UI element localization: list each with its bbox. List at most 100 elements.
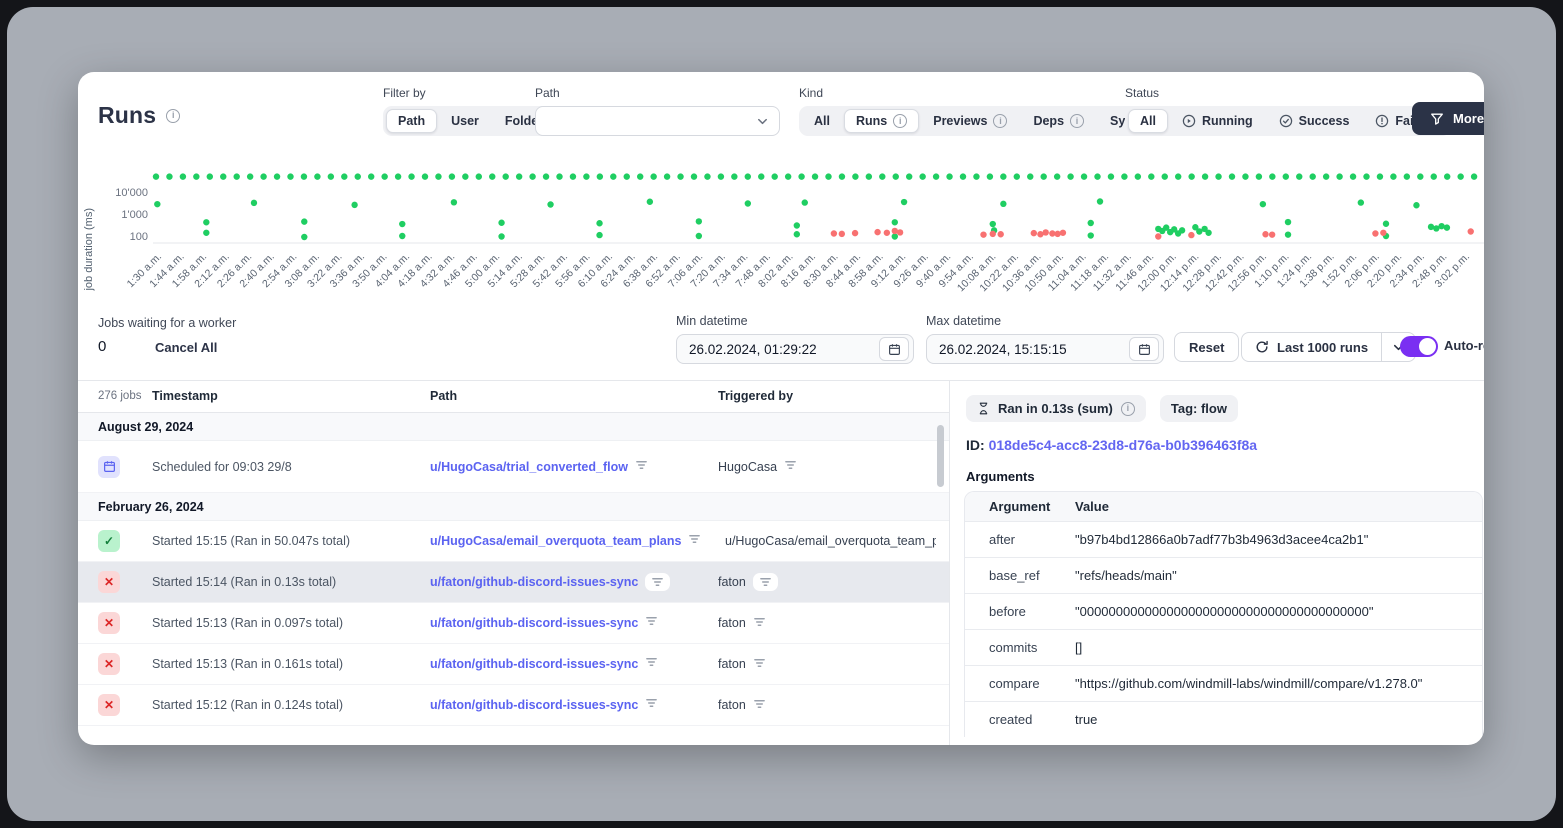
- info-icon[interactable]: i: [1121, 402, 1135, 416]
- failure-icon: ✕: [98, 612, 120, 634]
- path-filter-button[interactable]: [635, 458, 648, 476]
- option-path[interactable]: Path: [386, 109, 437, 133]
- job-row[interactable]: ✕Started 15:13 (Ran in 0.097s total)u/fa…: [78, 603, 949, 644]
- refresh-icon: [1255, 340, 1269, 354]
- path-filter-button[interactable]: [645, 573, 670, 591]
- job-row[interactable]: Scheduled for 09:03 29/8 u/HugoCasa/trial…: [78, 441, 949, 493]
- max-datetime-input[interactable]: 26.02.2024, 15:15:15: [926, 334, 1164, 364]
- failure-icon: ✕: [98, 571, 120, 593]
- argument-row: after"b97b4bd12866a0b7adf77b3b4963d3acee…: [965, 521, 1482, 557]
- max-datetime-calendar-button[interactable]: [1129, 337, 1159, 361]
- info-icon[interactable]: i: [1070, 114, 1084, 128]
- job-triggered-label: faton: [718, 575, 746, 589]
- path-select[interactable]: [535, 106, 780, 136]
- job-path-link[interactable]: u/faton/github-discord-issues-sync: [430, 616, 638, 630]
- chart-ytick: 10'000: [115, 187, 148, 199]
- job-timestamp: Started 15:12 (Ran in 0.124s total): [152, 698, 343, 712]
- run-id-label: ID:: [966, 437, 985, 453]
- job-triggered-label: faton: [718, 616, 746, 630]
- option-label: Deps: [1033, 114, 1064, 128]
- job-triggered-cell: u/HugoCasa/email_overquota_team_plans: [718, 534, 936, 549]
- column-path: Path: [430, 389, 457, 403]
- triggered-filter-button[interactable]: [753, 616, 766, 631]
- jobs-scrollbar-thumb[interactable]: [937, 425, 944, 487]
- option-previews[interactable]: Previews i: [921, 109, 1019, 133]
- job-path-link[interactable]: u/HugoCasa/email_overquota_team_plans: [430, 534, 681, 548]
- option-runs[interactable]: Runsi: [844, 109, 919, 133]
- filter-icon: [645, 615, 658, 627]
- path-filter-button[interactable]: [645, 614, 658, 632]
- failure-icon: ✕: [98, 653, 120, 675]
- job-path-link[interactable]: u/faton/github-discord-issues-sync: [430, 657, 638, 671]
- info-icon[interactable]: i: [993, 114, 1007, 128]
- play-circle-icon: [1182, 114, 1196, 128]
- last-runs-button[interactable]: Last 1000 runs: [1241, 332, 1416, 362]
- option-running[interactable]: Running: [1170, 109, 1265, 133]
- min-datetime-input[interactable]: 26.02.2024, 01:29:22: [676, 334, 914, 364]
- app-window: Runs i Filter by PathUserFolder Path Kin…: [78, 72, 1484, 745]
- filter-icon: [753, 657, 766, 669]
- run-id-value[interactable]: 018de5c4-acc8-23d8-d76a-b0b396463f8a: [989, 437, 1258, 453]
- option-label: All: [1140, 114, 1156, 128]
- option-label: Success: [1299, 114, 1350, 128]
- job-triggered-label: faton: [718, 657, 746, 671]
- triggered-filter-button[interactable]: [753, 573, 778, 591]
- auto-refresh-toggle[interactable]: [1400, 336, 1438, 357]
- date-group-header: February 26, 2024: [78, 493, 949, 521]
- job-path-link[interactable]: u/faton/github-discord-issues-sync: [430, 698, 638, 712]
- argument-value: "000000000000000000000000000000000000000…: [1067, 594, 1482, 629]
- page-title-group: Runs i: [98, 102, 180, 129]
- max-datetime-group: Max datetime 26.02.2024, 15:15:15: [926, 314, 1164, 364]
- more-filters-button[interactable]: More filters: [1412, 102, 1484, 135]
- filter-by-label: Filter by: [383, 86, 558, 100]
- info-icon[interactable]: i: [166, 109, 180, 123]
- argument-row: createdtrue: [965, 701, 1482, 737]
- filter-icon: [688, 533, 701, 545]
- path-filter-button[interactable]: [688, 532, 701, 550]
- run-id-line: ID: 018de5c4-acc8-23d8-d76a-b0b396463f8a: [966, 437, 1257, 453]
- option-label: Previews: [933, 114, 987, 128]
- run-detail-panel: Ran in 0.13s (sum) i Tag: flow ID: 018de…: [951, 381, 1484, 745]
- triggered-filter-button[interactable]: [753, 698, 766, 713]
- filter-by-group: Filter by PathUserFolder: [383, 86, 558, 136]
- kind-filter-group: Kind AllRunsiPreviewsiDepsiSynci: [799, 86, 1175, 136]
- job-timestamp: Scheduled for 09:03 29/8: [152, 460, 292, 474]
- job-path-link[interactable]: u/HugoCasa/trial_converted_flow: [430, 460, 628, 474]
- argument-key: base_ref: [965, 558, 1067, 593]
- triggered-filter-button[interactable]: [753, 657, 766, 672]
- filter-icon: [645, 656, 658, 668]
- job-row[interactable]: ✕Started 15:14 (Ran in 0.13s total)u/fat…: [78, 562, 949, 603]
- cancel-all-button[interactable]: Cancel All: [155, 340, 217, 355]
- job-triggered-cell: faton: [718, 616, 766, 631]
- path-filter-button[interactable]: [645, 655, 658, 673]
- option-label: Runs: [856, 114, 887, 128]
- min-datetime-calendar-button[interactable]: [879, 337, 909, 361]
- job-row[interactable]: ✕Started 15:12 (Ran in 0.124s total)u/fa…: [78, 685, 949, 726]
- kind-segmented: AllRunsiPreviewsiDepsiSynci: [799, 106, 1175, 136]
- option-label: Path: [398, 114, 425, 128]
- calendar-icon: [888, 343, 901, 356]
- filter-icon: [635, 459, 648, 471]
- reset-button[interactable]: Reset: [1174, 332, 1239, 362]
- option-all[interactable]: All: [802, 109, 842, 133]
- last-runs-main[interactable]: Last 1000 runs: [1242, 333, 1381, 361]
- job-row[interactable]: ✓Started 15:15 (Ran in 50.047s total)u/H…: [78, 521, 949, 562]
- option-label: User: [451, 114, 479, 128]
- job-triggered-cell: faton: [718, 698, 766, 713]
- content-split: 276 jobs Timestamp Path Triggered by Aug…: [78, 380, 1484, 745]
- option-success[interactable]: Success: [1267, 109, 1362, 133]
- job-triggered-label: faton: [718, 698, 746, 712]
- runs-duration-chart[interactable]: job duration (ms)10'0001'0001001:30 a.m.…: [78, 158, 1484, 408]
- path-filter-button[interactable]: [645, 696, 658, 714]
- funnel-icon: [1430, 112, 1444, 126]
- argument-row: commits[]: [965, 629, 1482, 665]
- option-all[interactable]: All: [1128, 109, 1168, 133]
- jobs-count: 276 jobs: [98, 390, 141, 402]
- triggered-filter-button[interactable]: [784, 459, 797, 474]
- job-path-link[interactable]: u/faton/github-discord-issues-sync: [430, 575, 638, 589]
- info-icon[interactable]: i: [893, 114, 907, 128]
- option-user[interactable]: User: [439, 109, 491, 133]
- job-path-cell: u/HugoCasa/trial_converted_flow: [430, 458, 648, 476]
- option-deps[interactable]: Depsi: [1021, 109, 1096, 133]
- job-row[interactable]: ✕Started 15:13 (Ran in 0.161s total)u/fa…: [78, 644, 949, 685]
